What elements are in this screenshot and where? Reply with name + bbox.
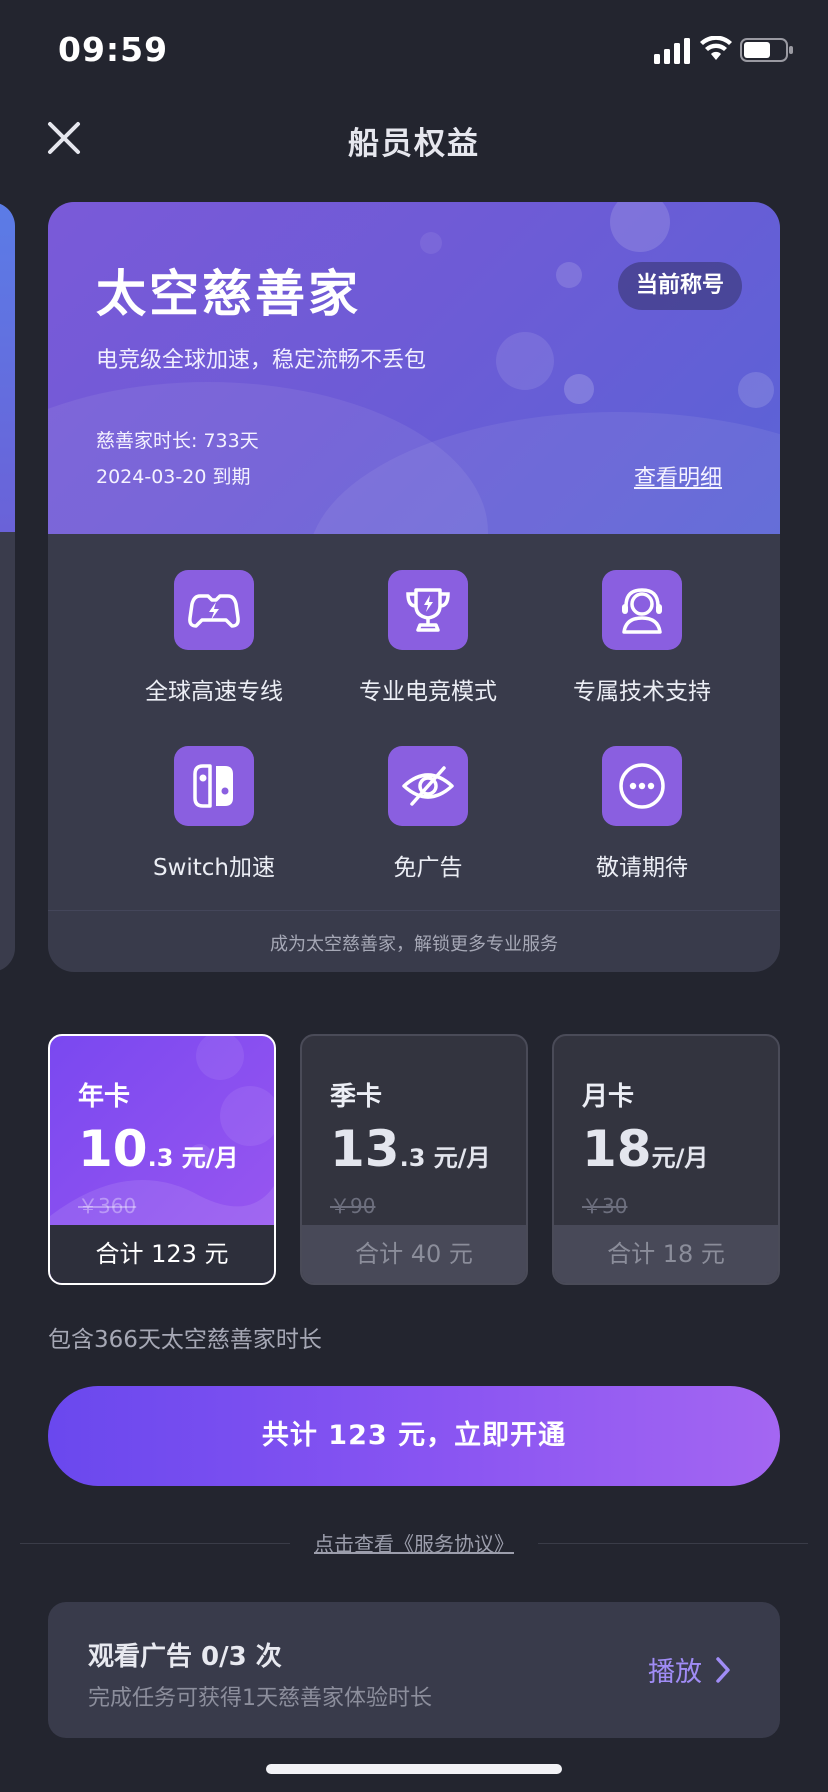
plan-card-yearly[interactable]: 年卡 10.3 元/月 ￥360 合计 123 元: [48, 1034, 276, 1285]
wifi-icon: [700, 36, 732, 60]
plan-price: 10.3 元/月: [78, 1120, 239, 1178]
task-description: 完成任务可获得1天慈善家体验时长: [88, 1686, 432, 1711]
benefit-label: 敬请期待: [596, 855, 688, 881]
play-ad-button[interactable]: 播放: [648, 1650, 732, 1689]
eye-off-icon: [388, 746, 468, 826]
membership-expiry: 2024-03-20 到期: [96, 466, 251, 488]
plan-name: 季卡: [330, 1082, 383, 1112]
membership-hero: 太空慈善家 当前称号 电竞级全球加速，稳定流畅不丢包 慈善家时长: 733天 2…: [48, 202, 780, 534]
more-dots-icon: [602, 746, 682, 826]
plan-price: 13.3 元/月: [330, 1120, 491, 1178]
membership-card: 太空慈善家 当前称号 电竞级全球加速，稳定流畅不丢包 慈善家时长: 733天 2…: [48, 202, 780, 972]
benefit-label: 免广告: [393, 855, 463, 881]
plan-original-price: ￥360: [78, 1194, 137, 1218]
membership-title: 太空慈善家: [96, 265, 361, 323]
benefit-coming-soon[interactable]: 敬请期待: [535, 746, 749, 882]
switch-console-icon: [174, 746, 254, 826]
purchase-button[interactable]: 共计 123 元，立即开通: [48, 1386, 780, 1486]
card-footer-text: 成为太空慈善家，解锁更多专业服务: [270, 934, 558, 955]
status-time: 09:59: [58, 30, 169, 69]
plan-total: 合计 123 元: [50, 1225, 274, 1283]
service-agreement-link[interactable]: 点击查看《服务协议》: [0, 1528, 828, 1557]
page-title: 船员权益: [348, 126, 480, 162]
gamepad-bolt-icon: [174, 570, 254, 650]
task-title: 观看广告 0/3 次: [88, 1642, 282, 1672]
headset-support-icon: [602, 570, 682, 650]
plan-includes-text: 包含366天太空慈善家时长: [48, 1327, 322, 1353]
view-details-link[interactable]: 查看明细: [634, 460, 722, 492]
plan-original-price: ￥30: [582, 1194, 628, 1218]
current-title-badge: 当前称号: [618, 262, 743, 310]
play-label: 播放: [648, 1657, 702, 1688]
membership-subtitle: 电竞级全球加速，稳定流畅不丢包: [96, 348, 427, 373]
benefit-tech-support[interactable]: 专属技术支持: [535, 570, 749, 706]
plan-price: 18元/月: [582, 1120, 709, 1178]
battery-icon: [740, 38, 793, 62]
plan-original-price: ￥90: [330, 1194, 376, 1218]
previous-card-peek[interactable]: [0, 202, 15, 972]
benefit-esports-mode[interactable]: 专业电竞模式: [321, 570, 535, 706]
benefit-label: 专业电竞模式: [359, 679, 497, 705]
home-indicator[interactable]: [266, 1764, 562, 1774]
cellular-signal-icon: [654, 38, 690, 64]
plan-total: 合计 40 元: [302, 1225, 526, 1283]
benefit-no-ads[interactable]: 免广告: [321, 746, 535, 882]
benefit-switch[interactable]: Switch加速: [107, 746, 321, 882]
status-bar: 09:59: [0, 0, 828, 100]
benefit-global-line[interactable]: 全球高速专线: [107, 570, 321, 706]
plan-name: 月卡: [582, 1082, 635, 1112]
chevron-right-icon: [716, 1656, 730, 1683]
trophy-icon: [388, 570, 468, 650]
membership-duration: 慈善家时长: 733天: [96, 430, 259, 452]
ad-task-card: 观看广告 0/3 次 完成任务可获得1天慈善家体验时长 播放: [48, 1602, 780, 1738]
plan-name: 年卡: [78, 1082, 131, 1112]
plan-card-monthly[interactable]: 月卡 18元/月 ￥30 合计 18 元: [552, 1034, 780, 1285]
plan-total: 合计 18 元: [554, 1225, 778, 1283]
divider: [48, 910, 780, 911]
benefit-label: 全球高速专线: [145, 679, 283, 705]
benefit-label: Switch加速: [152, 855, 276, 881]
benefit-label: 专属技术支持: [573, 679, 711, 705]
plan-card-quarterly[interactable]: 季卡 13.3 元/月 ￥90 合计 40 元: [300, 1034, 528, 1285]
